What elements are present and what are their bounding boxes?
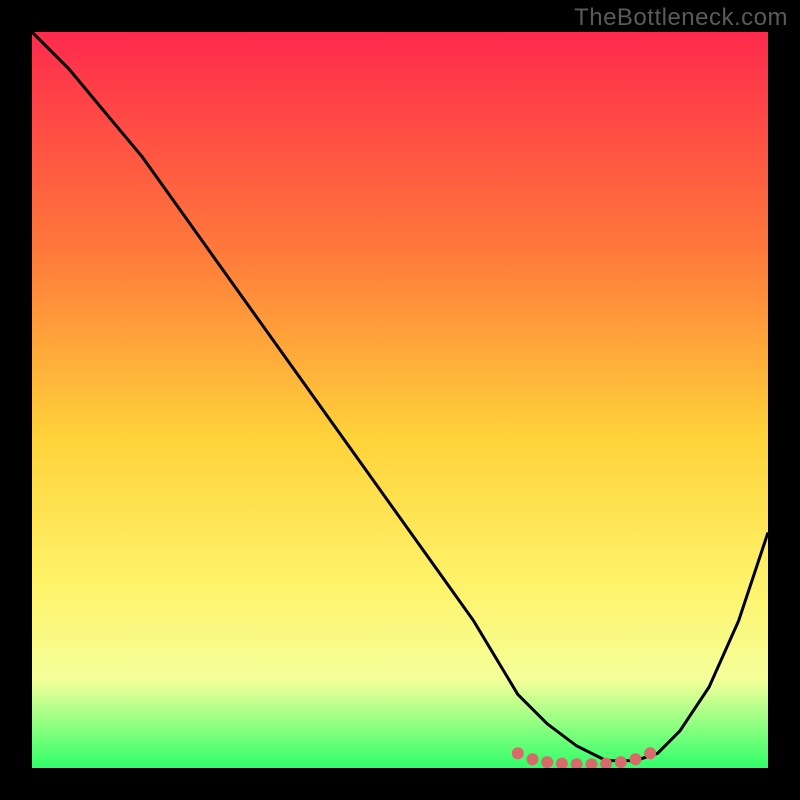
highlight-dot (630, 753, 642, 765)
watermark-text: TheBottleneck.com (574, 4, 788, 32)
gradient-background (32, 32, 768, 768)
bottleneck-chart (32, 32, 768, 768)
highlight-dot (615, 756, 627, 768)
highlight-dot (527, 753, 539, 765)
chart-container (32, 32, 768, 768)
highlight-dot (644, 747, 656, 759)
highlight-dot (512, 747, 524, 759)
highlight-dot (541, 756, 553, 768)
